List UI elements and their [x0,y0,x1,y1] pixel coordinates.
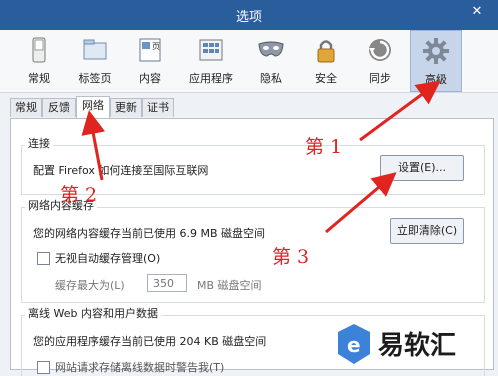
svg-text:e: e [347,333,361,357]
arrow-to-settings [325,172,397,234]
arrow-to-network-tab [81,110,106,181]
annotation-step-1: 第 1 [305,136,343,158]
watermark-text: 易软汇 [378,331,456,361]
annotation-step-3: 第 3 [272,246,310,268]
annotation-step-2: 第 2 [60,184,98,206]
watermark-logo: e 易软汇 [330,320,498,368]
arrow-to-advanced [359,80,441,142]
